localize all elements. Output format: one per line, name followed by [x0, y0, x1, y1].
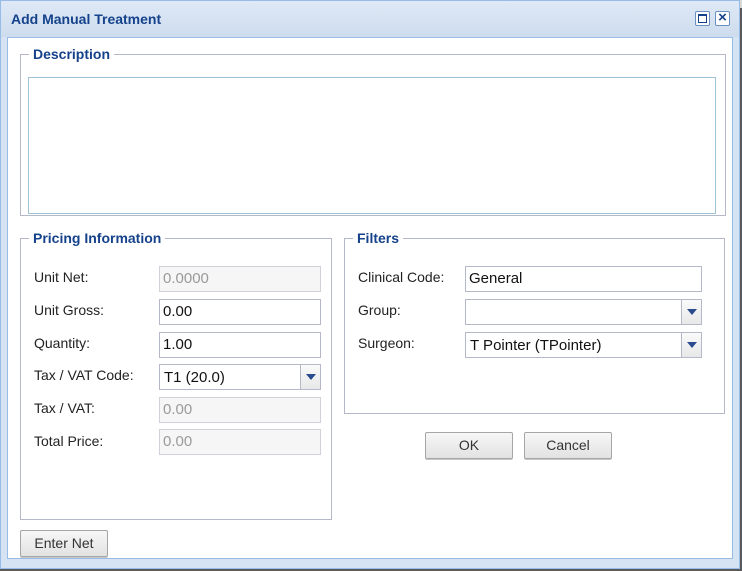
- total-price-label: Total Price:: [34, 433, 104, 449]
- tax-vat-code-label: Tax / VAT Code:: [34, 367, 134, 383]
- ok-button[interactable]: OK: [425, 432, 513, 459]
- dialog-titlebar[interactable]: Add Manual Treatment ×: [1, 1, 739, 37]
- tax-vat-label: Tax / VAT:: [34, 400, 95, 416]
- unit-net-field: 0.0000: [159, 266, 321, 292]
- description-fieldset: Description: [20, 46, 726, 216]
- description-legend: Description: [33, 46, 111, 62]
- clinical-code-label: Clinical Code:: [358, 269, 445, 285]
- quantity-field[interactable]: 1.00: [159, 332, 321, 358]
- tax-vat-field: 0.00: [159, 397, 321, 423]
- description-textarea[interactable]: [28, 77, 716, 214]
- unit-gross-label: Unit Gross:: [34, 302, 105, 318]
- chevron-down-icon[interactable]: [300, 365, 320, 389]
- dialog-title: Add Manual Treatment: [11, 11, 162, 27]
- chevron-down-icon[interactable]: [681, 333, 701, 357]
- unit-gross-field[interactable]: 0.00: [159, 299, 321, 325]
- add-manual-treatment-dialog: Add Manual Treatment × Description Prici…: [0, 0, 740, 569]
- tax-vat-code-value: T1 (20.0): [164, 369, 225, 386]
- group-combo[interactable]: [465, 299, 702, 325]
- total-price-field: 0.00: [159, 429, 321, 455]
- surgeon-combo[interactable]: T Pointer (TPointer): [465, 332, 702, 358]
- cancel-button[interactable]: Cancel: [524, 432, 612, 459]
- close-icon[interactable]: ×: [715, 9, 730, 26]
- tax-vat-code-combo[interactable]: T1 (20.0): [159, 364, 321, 390]
- maximize-icon[interactable]: [695, 11, 710, 26]
- quantity-label: Quantity:: [34, 335, 91, 351]
- unit-net-label: Unit Net:: [34, 269, 89, 285]
- clinical-code-field[interactable]: General: [465, 266, 702, 292]
- pricing-legend: Pricing Information: [33, 230, 162, 246]
- surgeon-label: Surgeon:: [358, 335, 415, 351]
- chevron-down-icon[interactable]: [681, 300, 701, 324]
- pricing-fieldset: Pricing Information Unit Net: 0.0000 Uni…: [20, 230, 332, 520]
- surgeon-value: T Pointer (TPointer): [470, 337, 602, 354]
- group-label: Group:: [358, 302, 401, 318]
- filters-fieldset: Filters Clinical Code: General Group: Su…: [344, 230, 725, 414]
- filters-legend: Filters: [357, 230, 400, 246]
- enter-net-button[interactable]: Enter Net: [20, 530, 108, 557]
- dialog-body: Description Pricing Information Unit Net…: [7, 37, 733, 559]
